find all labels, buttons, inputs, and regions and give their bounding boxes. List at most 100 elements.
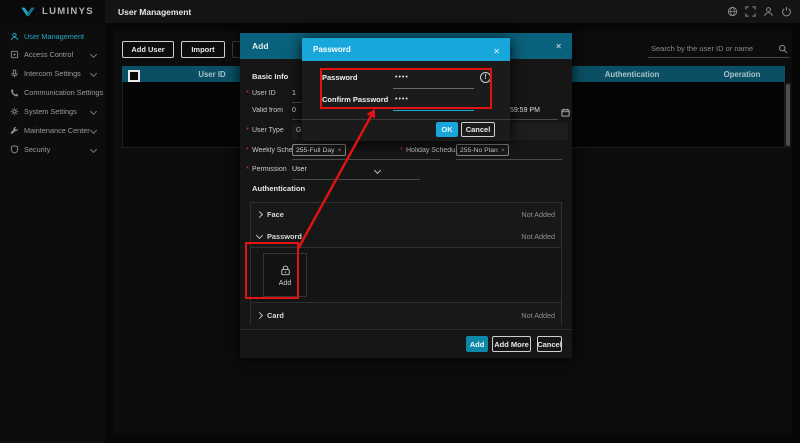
permission-underline — [292, 179, 420, 180]
scrollbar-thumb[interactable] — [786, 84, 790, 146]
permission-label: Permission — [252, 166, 294, 173]
lock-icon — [279, 264, 292, 277]
user-icon[interactable] — [763, 6, 774, 17]
holiday-schedule-tag[interactable]: 255-No Plan × — [456, 144, 509, 156]
valid-from-value-left[interactable]: 0 — [292, 107, 296, 114]
search-icon[interactable] — [778, 44, 788, 54]
sidebar-item-maintenance-center[interactable]: Maintenance Center — [0, 121, 105, 140]
wrench-icon — [10, 126, 19, 135]
chevron-down-icon — [90, 51, 97, 58]
globe-icon[interactable] — [727, 6, 738, 17]
chevron-down-icon — [90, 70, 97, 77]
column-header-operation[interactable]: Operation — [702, 66, 782, 82]
permission-value[interactable]: User — [292, 166, 307, 173]
chevron-down-icon — [256, 232, 263, 239]
confirm-password-underline — [393, 110, 474, 111]
status-badge: Not Added — [521, 311, 555, 320]
password-value[interactable]: •••• — [395, 74, 409, 81]
sidebar-item-system-settings[interactable]: System Settings — [0, 102, 105, 121]
chevron-down-icon[interactable] — [375, 168, 380, 173]
confirm-password-value[interactable]: •••• — [395, 96, 409, 103]
authentication-accordion: Face Not Added Password Not Added Add Ca… — [250, 202, 562, 325]
user-icon — [10, 32, 19, 41]
user-type-label: User Type — [252, 127, 294, 134]
user-id-label: User ID — [252, 90, 294, 97]
user-id-value[interactable]: 1 — [292, 90, 296, 97]
close-icon[interactable]: ✕ — [493, 38, 500, 64]
password-underline — [393, 88, 474, 89]
tag-remove-icon[interactable]: × — [501, 147, 505, 154]
password-info-icon[interactable]: ! — [480, 72, 491, 83]
add-modal-title: Add — [252, 41, 269, 51]
holiday-schedule-label: Holiday Schedu.. — [406, 147, 458, 154]
column-header-authentication[interactable]: Authentication — [577, 66, 687, 82]
status-badge: Not Added — [521, 210, 555, 219]
chevron-right-icon — [256, 211, 263, 218]
table-scrollbar — [785, 82, 791, 148]
weekly-schedule-label: Weekly Schedul.. — [252, 147, 294, 154]
sidebar-item-user-management[interactable]: User Management — [0, 27, 105, 46]
chevron-right-icon — [256, 312, 263, 319]
password-add-tile[interactable]: Add — [263, 253, 307, 297]
accordion-row-password[interactable]: Password Not Added — [251, 225, 561, 247]
weekly-schedule-tag[interactable]: 255-Full Day × — [292, 144, 346, 156]
page-title: User Management — [118, 7, 191, 17]
add-tile-label: Add — [279, 280, 291, 287]
confirm-password-label: Confirm Password — [322, 95, 388, 104]
password-dialog-header: Password ✕ — [302, 38, 510, 61]
tag-text: 255-No Plan — [460, 147, 498, 154]
add-button[interactable]: Add — [466, 336, 488, 352]
weekly-schedule-underline — [292, 159, 440, 160]
gear-icon — [10, 107, 19, 116]
shield-icon — [10, 145, 19, 154]
password-dialog-title: Password — [313, 45, 351, 54]
search-field — [648, 40, 790, 60]
accordion-row-card[interactable]: Card Not Added — [251, 304, 561, 326]
user-type-value: G — [296, 127, 301, 134]
sidebar-item-security[interactable]: Security — [0, 140, 105, 159]
sidebar-item-intercom-settings[interactable]: Intercom Settings — [0, 64, 105, 83]
close-icon[interactable]: ✕ — [555, 33, 562, 59]
dialog-footer-divider — [302, 119, 510, 120]
valid-from-label: Valid from — [252, 107, 294, 114]
power-icon[interactable] — [781, 6, 792, 17]
calendar-icon[interactable] — [561, 108, 570, 117]
search-input[interactable] — [648, 40, 790, 58]
intercom-icon — [10, 69, 19, 78]
basic-info-heading: Basic Info — [252, 72, 288, 81]
chevron-down-icon — [90, 108, 97, 115]
sidebar: User Management Access Control Intercom … — [0, 23, 105, 443]
sidebar-item-access-control[interactable]: Access Control — [0, 45, 105, 64]
dialog-cancel-button[interactable]: Cancel — [461, 122, 495, 137]
password-dialog: Password ✕ Password •••• ! Confirm Passw… — [302, 38, 510, 141]
select-all-checkbox[interactable] — [128, 70, 140, 82]
required-marker: * — [400, 147, 403, 154]
required-marker: * — [246, 147, 249, 154]
chevron-down-icon — [90, 127, 97, 134]
add-user-button[interactable]: Add User — [122, 41, 174, 58]
status-badge: Not Added — [521, 232, 555, 241]
add-more-button[interactable]: Add More — [492, 336, 531, 352]
luminys-logo-icon — [20, 6, 36, 18]
import-button[interactable]: Import — [181, 41, 225, 58]
required-marker: * — [246, 90, 249, 97]
holiday-schedule-underline — [456, 159, 562, 160]
modal-footer-divider — [240, 329, 572, 330]
tag-remove-icon[interactable]: × — [338, 147, 342, 154]
fullscreen-icon[interactable] — [745, 6, 756, 17]
topbar-logo-area: LUMINYS — [0, 0, 105, 23]
sidebar-item-communication-settings[interactable]: Communication Settings — [0, 83, 105, 102]
phone-icon — [10, 88, 19, 97]
app-window: LUMINYS User Management — [0, 0, 800, 443]
required-marker: * — [246, 127, 249, 134]
chevron-down-icon — [90, 146, 97, 153]
ok-button[interactable]: OK — [436, 122, 458, 137]
authentication-heading: Authentication — [252, 184, 305, 193]
accordion-row-face[interactable]: Face Not Added — [251, 203, 561, 226]
tag-text: 255-Full Day — [296, 147, 335, 154]
cancel-button[interactable]: Cancel — [537, 336, 562, 352]
password-expanded-panel: Add — [251, 247, 561, 303]
access-control-icon — [10, 50, 19, 59]
valid-from-value-right[interactable]: :59:59 PM — [508, 107, 540, 114]
logo-text: LUMINYS — [42, 6, 94, 17]
